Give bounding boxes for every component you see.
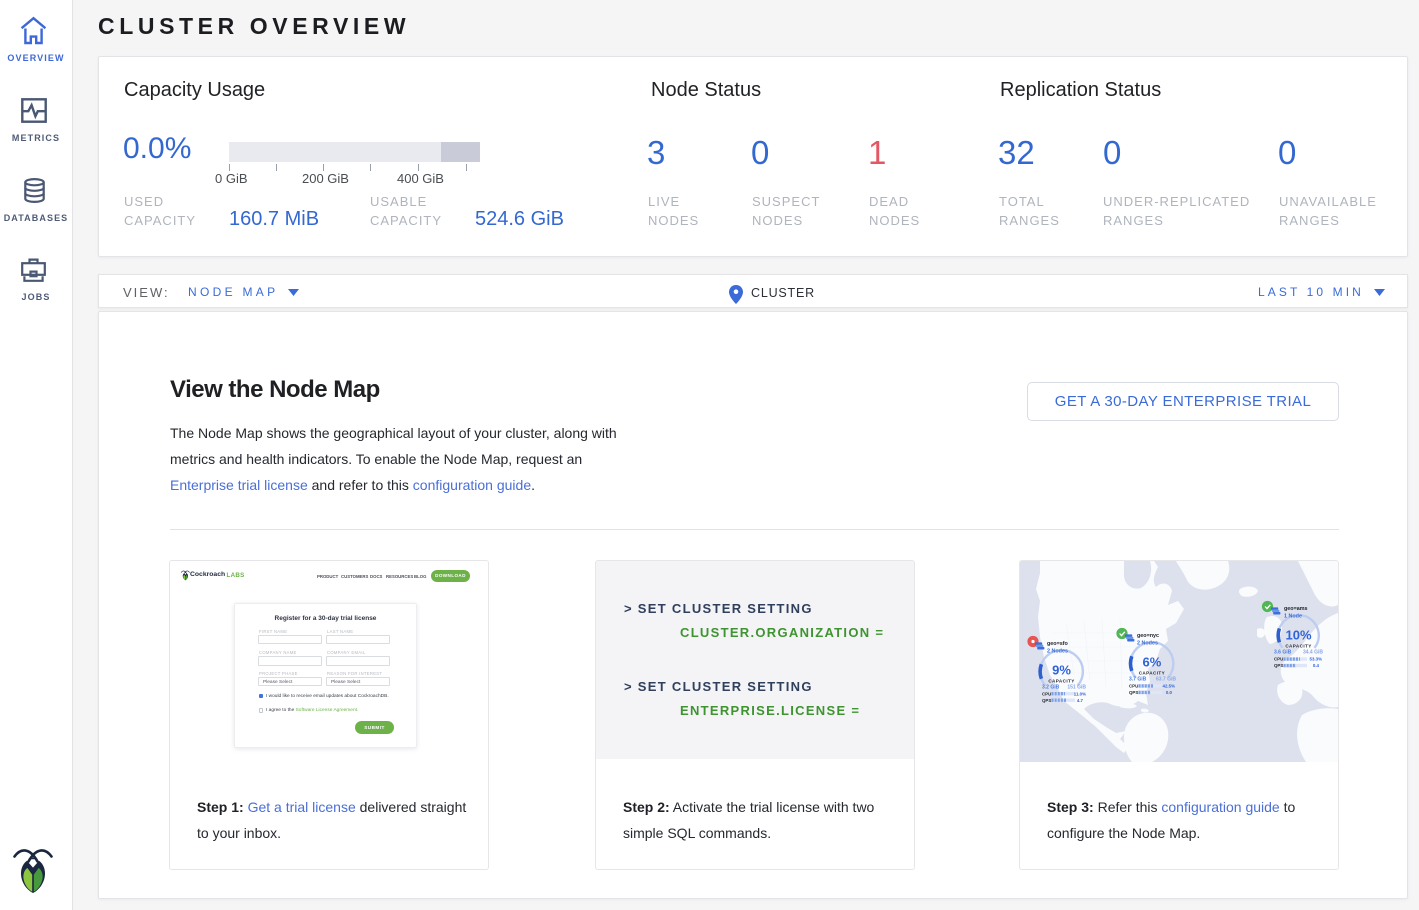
svg-text:geo=nyc: geo=nyc bbox=[1137, 633, 1159, 639]
svg-text:QPS: QPS bbox=[1129, 690, 1138, 695]
svg-text:9%: 9% bbox=[1052, 663, 1071, 678]
svg-text:10%: 10% bbox=[1285, 628, 1311, 643]
svg-text:0.0: 0.0 bbox=[1166, 690, 1173, 695]
svg-text:3.2 GiB: 3.2 GiB bbox=[1042, 685, 1060, 691]
svg-text:34.4 GiB: 34.4 GiB bbox=[1303, 650, 1323, 656]
svg-text:CAPACITY: CAPACITY bbox=[1048, 679, 1074, 684]
svg-text:11.0%: 11.0% bbox=[1074, 692, 1086, 697]
svg-text:3.6 GiB: 3.6 GiB bbox=[1274, 650, 1292, 656]
svg-text:CPU: CPU bbox=[1274, 657, 1283, 662]
svg-text:42.5%: 42.5% bbox=[1163, 684, 1176, 689]
svg-text:1 Node: 1 Node bbox=[1284, 614, 1302, 620]
svg-text:QPS: QPS bbox=[1042, 698, 1051, 703]
svg-text:2 Nodes: 2 Nodes bbox=[1137, 641, 1158, 647]
svg-text:3.7 GiB: 3.7 GiB bbox=[1129, 677, 1147, 683]
svg-text:0.4: 0.4 bbox=[1313, 663, 1320, 668]
svg-text:CPU: CPU bbox=[1042, 692, 1051, 697]
svg-text:geo=sfo: geo=sfo bbox=[1047, 641, 1069, 647]
svg-text:2 Nodes: 2 Nodes bbox=[1047, 649, 1068, 655]
svg-text:geo=ams: geo=ams bbox=[1284, 606, 1308, 612]
svg-text:QPS: QPS bbox=[1274, 663, 1283, 668]
svg-text:63.7 GiB: 63.7 GiB bbox=[1156, 677, 1176, 683]
svg-text:CAPACITY: CAPACITY bbox=[1139, 671, 1165, 676]
svg-text:4.7: 4.7 bbox=[1077, 698, 1084, 703]
svg-text:CAPACITY: CAPACITY bbox=[1285, 644, 1311, 649]
svg-text:151 GiB: 151 GiB bbox=[1067, 685, 1086, 691]
svg-text:53.3%: 53.3% bbox=[1310, 657, 1323, 662]
svg-text:6%: 6% bbox=[1143, 655, 1162, 670]
svg-text:CPU: CPU bbox=[1129, 684, 1138, 689]
